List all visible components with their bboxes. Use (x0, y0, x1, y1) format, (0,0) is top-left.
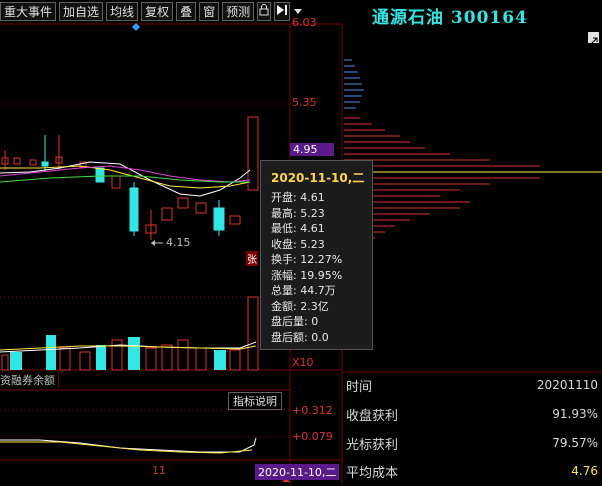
tooltip-high: 最高: 5.23 (271, 206, 325, 220)
limit-up-badge: 张 (246, 251, 258, 266)
info-value: 4.76 (571, 464, 598, 478)
tooltip-turnover: 换手: 12.27% (271, 253, 343, 266)
tooltip-after-hours-volume: 盘后量: 0 (271, 315, 319, 328)
tooltip-after-hours-amount: 盘后额: 0.0 (271, 330, 329, 344)
cursor-date-box: 2020-11-10,二 (255, 464, 340, 480)
info-row-cursor-profit: 光标获利 79.57% (342, 428, 602, 458)
tooltip-low: 最低: 4.61 (271, 222, 325, 235)
info-row-close-profit: 收盘获利 91.93% (342, 399, 602, 429)
info-label: 时间 (346, 379, 373, 395)
indicator-name[interactable]: 资融券余额 (0, 372, 59, 388)
info-value: 79.57% (552, 436, 598, 450)
indicator-value-low: +0.079 (292, 430, 333, 443)
indicator-explain-button[interactable]: 指标说明 (228, 392, 282, 410)
chip-distribution (344, 59, 602, 251)
info-row-time: 时间 20201110 (342, 370, 602, 400)
info-value: 20201110 (536, 378, 598, 392)
indicator-value-high: +0.312 (292, 404, 333, 417)
info-value: 91.93% (552, 407, 598, 421)
info-row-avg-cost: 平均成本 4.76 (342, 456, 602, 486)
volume-bars (1, 296, 259, 371)
price-level-mid: 5.35 (292, 96, 317, 109)
expand-icon[interactable] (588, 32, 599, 46)
tooltip-volume: 总量: 44.7万 (271, 284, 336, 297)
tooltip-close: 收盘: 5.23 (271, 237, 325, 251)
tooltip-open: 开盘: 4.61 (271, 191, 325, 204)
volume-scale-label: X10 (292, 356, 314, 369)
time-axis-month: 11 (152, 464, 166, 477)
current-price-box: 4.95 (290, 143, 334, 156)
info-label: 平均成本 (346, 465, 399, 481)
low-price-label: 4.15 (166, 236, 191, 249)
price-level-top: 6.03 (292, 16, 317, 29)
tooltip-date: 2020-11-10,二 (271, 171, 365, 185)
candle-tooltip: 2020-11-10,二 开盘: 4.61 最高: 5.23 最低: 4.61 … (260, 160, 373, 350)
tooltip-change: 涨幅: 19.95% (271, 268, 343, 282)
info-label: 光标获利 (346, 437, 399, 453)
info-label: 收盘获利 (346, 408, 399, 424)
tooltip-amount: 金额: 2.3亿 (271, 299, 329, 313)
